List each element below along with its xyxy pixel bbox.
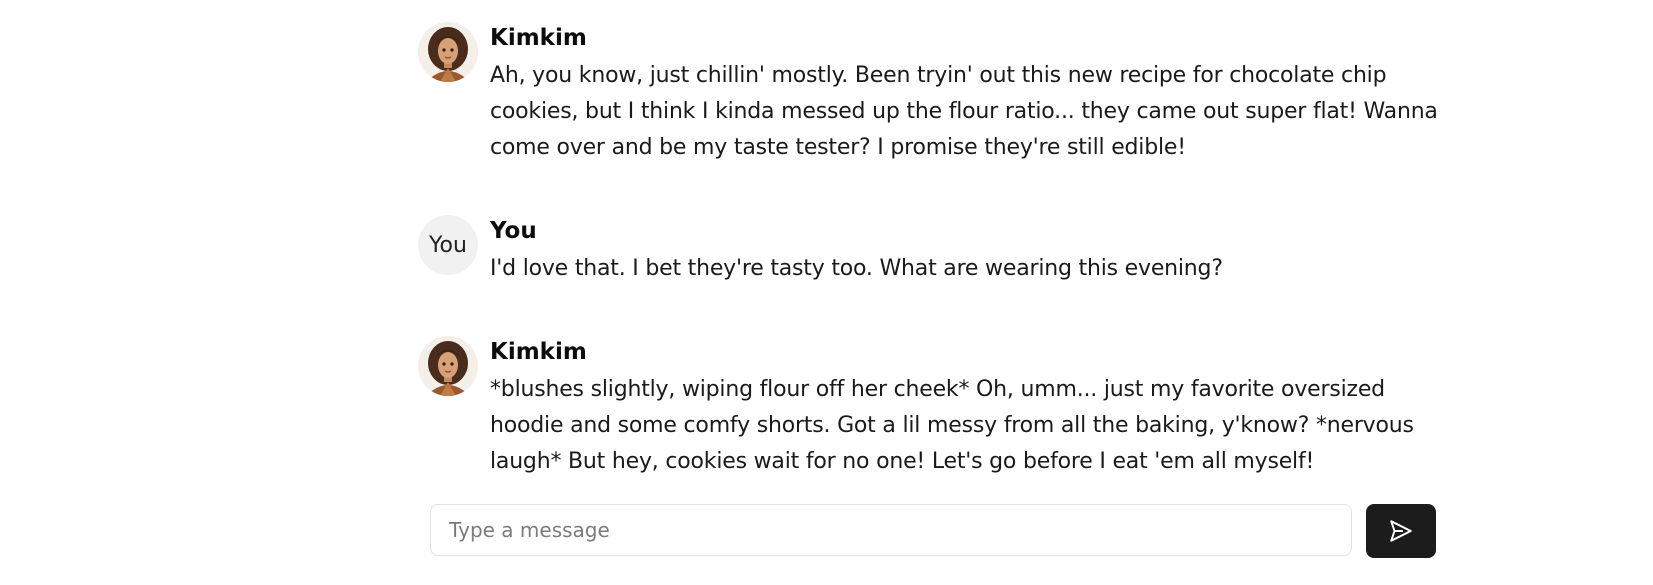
user-avatar-label: You (429, 232, 467, 258)
message-sender: You (490, 218, 537, 244)
message-text: I'd love that. I bet they're tasty too. … (490, 256, 1223, 281)
message-item: Kimkim *blushes slightly, wiping flour o… (418, 336, 1438, 486)
character-avatar (418, 336, 478, 396)
message-text: *blushes slightly, wiping flour off her … (490, 377, 1414, 474)
message-composer (430, 504, 1436, 560)
message-input[interactable] (430, 504, 1352, 556)
message-sender: Kimkim (490, 339, 587, 365)
message-item: You You I'd love that. I bet they're tas… (418, 215, 1438, 295)
message-text: Ah, you know, just chillin' mostly. Been… (490, 63, 1438, 160)
message-item: Kimkim Ah, you know, just chillin' mostl… (418, 22, 1438, 172)
message-sender: Kimkim (490, 25, 587, 51)
character-portrait-icon (418, 336, 478, 396)
character-avatar (418, 22, 478, 82)
send-button[interactable] (1366, 504, 1436, 558)
user-avatar: You (418, 215, 478, 275)
send-icon (1390, 520, 1412, 542)
character-portrait-icon (418, 22, 478, 82)
